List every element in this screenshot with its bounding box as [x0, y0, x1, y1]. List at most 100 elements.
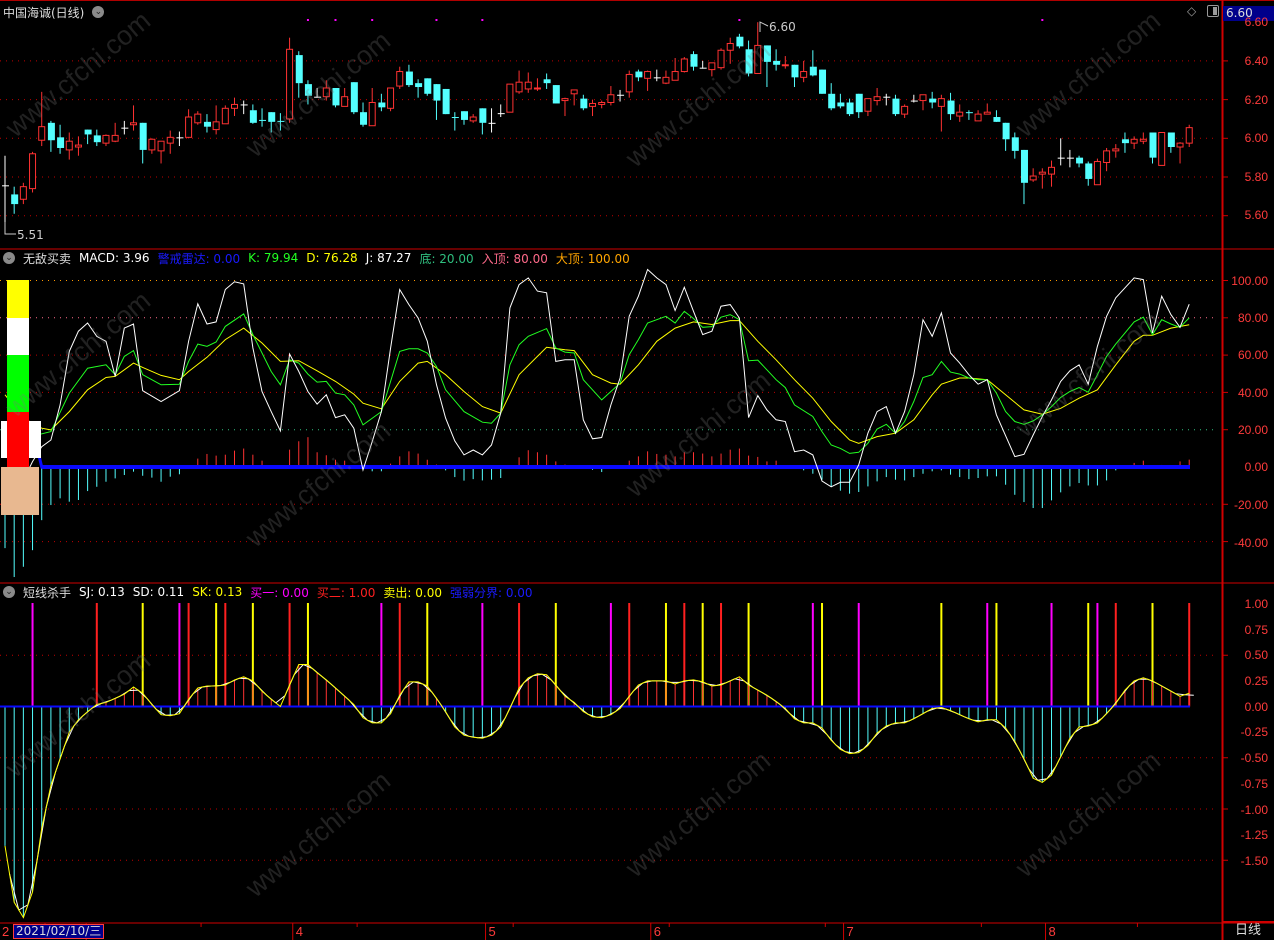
- candle-body-up: [469, 116, 477, 122]
- candle-body-up: [506, 83, 514, 113]
- candle-body-doji: [1066, 157, 1074, 159]
- axis-label: -40.00: [1233, 536, 1268, 550]
- candle-body-up: [561, 98, 569, 102]
- chart-title-bar: 中国海诚(日线) ⌄: [3, 4, 105, 20]
- candle-body-down: [451, 117, 459, 119]
- candle-body-down: [1076, 157, 1084, 164]
- candle-body-up: [286, 48, 294, 120]
- month-label: 4: [295, 924, 303, 939]
- candle-body-up: [368, 102, 376, 127]
- candle-body-doji: [653, 77, 661, 79]
- candle-body-up: [29, 153, 37, 190]
- candle-body-down: [442, 88, 450, 115]
- candle-body-up: [589, 102, 597, 107]
- candle-body-up: [625, 73, 633, 93]
- axis-label: 60.00: [1237, 348, 1268, 362]
- candle-body-down: [249, 110, 257, 123]
- candle-body-up: [1038, 171, 1046, 175]
- axis-label: 40.00: [1237, 386, 1268, 400]
- candle-body-down: [993, 117, 1001, 122]
- candle-body-down: [745, 49, 753, 74]
- candle-body-up: [19, 186, 27, 200]
- candle-body-down: [690, 54, 698, 67]
- candle-body-down: [736, 36, 744, 47]
- signal-dot: [481, 19, 484, 21]
- month-label: 8: [1048, 924, 1056, 939]
- candle-body-doji: [2, 185, 9, 187]
- diamond-icon[interactable]: ◇: [1187, 4, 1196, 18]
- axis-label: 1.00: [1244, 597, 1268, 611]
- candle-body-up: [194, 113, 202, 124]
- month-label: 5: [488, 924, 496, 939]
- candle-body-down: [855, 93, 863, 113]
- candle-body-down: [763, 45, 771, 62]
- axis-label: 0.00: [1244, 460, 1268, 474]
- candle-body-down: [405, 71, 413, 86]
- candle-body-doji: [176, 137, 184, 139]
- axis-label: 5.60: [1244, 208, 1268, 222]
- axis-label: 6.00: [1244, 131, 1268, 145]
- candle-body-down: [57, 137, 65, 148]
- legend-item: MACD: 3.96: [79, 251, 150, 265]
- candle-body-down: [791, 64, 799, 78]
- chevron-down-icon[interactable]: ⌄: [3, 586, 15, 598]
- candle-body-up: [919, 94, 927, 102]
- high-marker-arrow: [759, 21, 769, 32]
- chevron-down-icon[interactable]: ⌄: [3, 252, 15, 264]
- axis-label: 0.50: [1244, 648, 1268, 662]
- axis-label: -1.25: [1240, 828, 1268, 842]
- candle-body-doji: [910, 100, 918, 102]
- candle-body-down: [635, 71, 643, 78]
- axis-label: 100.00: [1231, 274, 1268, 288]
- candle-body-up: [937, 98, 945, 107]
- axis-label: -20.00: [1233, 498, 1268, 512]
- candle-body-up: [671, 71, 679, 81]
- stock-title: 中国海诚(日线): [3, 5, 85, 20]
- candle-body-up: [1158, 131, 1166, 166]
- candle-body-up: [148, 138, 156, 151]
- axis-label: 5.80: [1244, 170, 1268, 184]
- legend-item: SJ: 0.13: [79, 585, 125, 599]
- candle-body-down: [828, 93, 836, 109]
- candle-body-up: [901, 105, 909, 115]
- legend-item: 底: 20.00: [419, 251, 474, 266]
- panel-toggle-icon[interactable]: [1207, 5, 1219, 17]
- candle-body-down: [360, 112, 368, 125]
- candle-body-down: [1011, 137, 1019, 151]
- candle-body-up: [157, 140, 165, 152]
- high-price-marker: 6.60: [769, 20, 796, 34]
- axis-label: 20.00: [1237, 423, 1268, 437]
- candle-body-down: [1085, 163, 1093, 179]
- axis-label: 6.20: [1244, 93, 1268, 107]
- candle-body-down: [543, 79, 551, 84]
- chart-canvas[interactable]: [0, 0, 1274, 940]
- month-label: 7: [846, 924, 854, 939]
- chevron-down-icon[interactable]: ⌄: [92, 6, 105, 18]
- candle-body-up: [644, 71, 652, 79]
- radar-line: [5, 427, 1190, 469]
- candle-body-up: [111, 134, 119, 142]
- candle-body-up: [717, 49, 725, 69]
- candle-body-up: [130, 122, 138, 126]
- candle-body-down: [93, 135, 101, 143]
- candle-body-down: [277, 120, 285, 122]
- candle-body-down: [268, 112, 276, 122]
- legend-item: D: 76.28: [306, 251, 358, 265]
- signal-dot: [738, 19, 741, 21]
- low-price-marker: 5.51: [17, 228, 44, 242]
- legend-item: 警戒雷达: 0.00: [157, 251, 241, 266]
- legend-item: 入顶: 80.00: [481, 251, 548, 266]
- candle-body-down: [552, 85, 560, 104]
- indicator-block-red: [7, 412, 29, 467]
- indicator-name: 短线杀手: [23, 585, 72, 600]
- candle-body-down: [203, 121, 211, 127]
- indicator-name: 无敌买卖: [23, 251, 72, 266]
- sk-line: [4, 664, 1190, 919]
- candle-body-down: [1002, 122, 1010, 140]
- cursor-date-box: 2021/02/10/三: [13, 924, 105, 939]
- candle-body-down: [84, 129, 92, 135]
- candle-body-up: [864, 98, 872, 112]
- axis-label: 6.40: [1244, 54, 1268, 68]
- legend-item: J: 87.27: [365, 251, 412, 265]
- candle-body-down: [461, 111, 468, 120]
